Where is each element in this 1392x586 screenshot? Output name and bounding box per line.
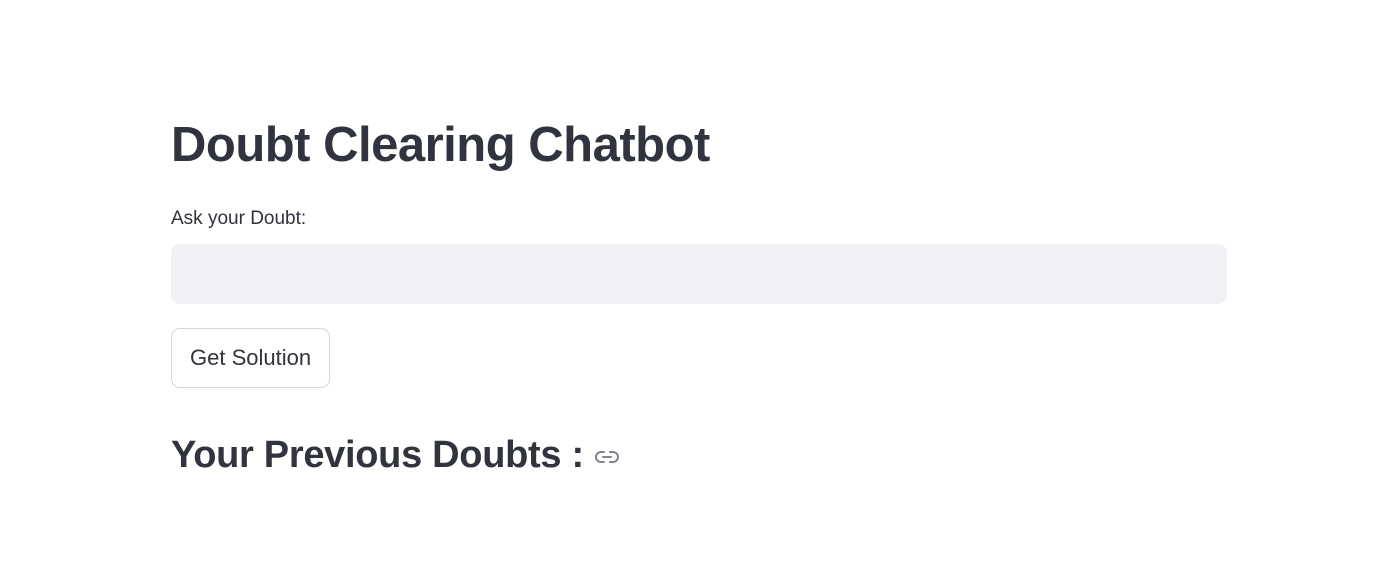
link-icon[interactable]: [594, 445, 619, 469]
doubt-input-label: Ask your Doubt:: [171, 208, 307, 229]
get-solution-button[interactable]: Get Solution: [171, 328, 331, 388]
doubt-input[interactable]: [171, 244, 1227, 304]
app-page: Doubt Clearing Chatbot Ask your Doubt: G…: [0, 0, 1392, 586]
previous-doubts-heading-text: Your Previous Doubts :: [171, 434, 584, 476]
previous-doubts-heading: Your Previous Doubts :: [171, 428, 619, 482]
page-title: Doubt Clearing Chatbot: [171, 118, 710, 172]
